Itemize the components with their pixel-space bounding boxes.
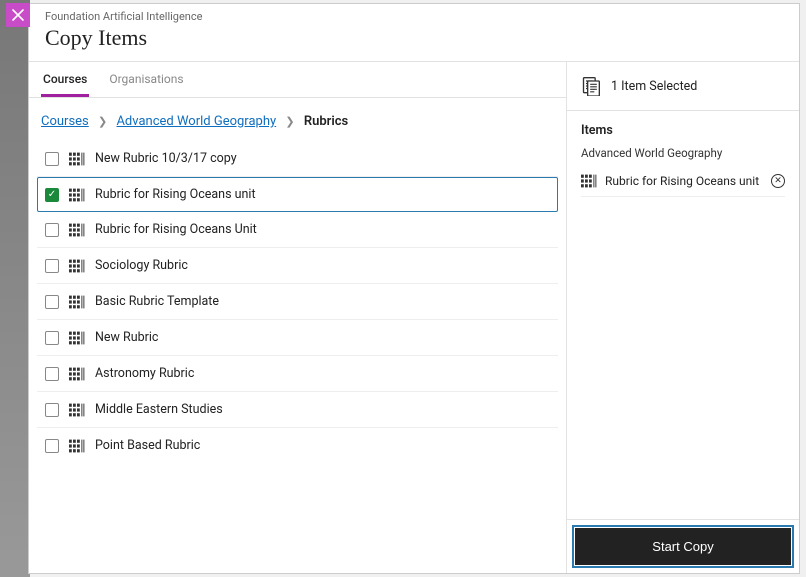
tab-courses[interactable]: Courses <box>41 62 89 97</box>
checkbox[interactable] <box>45 259 59 273</box>
rubric-row[interactable]: New Rubric 10/3/17 copy <box>37 141 558 177</box>
checkbox[interactable] <box>45 367 59 381</box>
rubric-label: Point Based Rubric <box>95 438 200 453</box>
source-panel: Courses Organisations Courses ❯ Advanced … <box>29 62 567 573</box>
rubric-label: Middle Eastern Studies <box>95 402 223 417</box>
rubric-label: Rubric for Rising Oceans unit <box>95 187 256 202</box>
chevron-right-icon: ❯ <box>285 115 294 128</box>
rubric-icon <box>69 188 85 202</box>
checkbox[interactable] <box>45 439 59 453</box>
chevron-right-icon: ❯ <box>98 115 107 128</box>
rubric-row[interactable]: Sociology Rubric <box>37 248 558 284</box>
selection-section-title: Items <box>581 123 785 138</box>
selected-items-icon <box>581 76 601 96</box>
rubric-row[interactable]: Middle Eastern Studies <box>37 392 558 428</box>
rubric-icon <box>69 367 85 381</box>
rubric-row[interactable]: ✓ Rubric for Rising Oceans unit <box>37 177 558 212</box>
rubric-row[interactable]: Astronomy Rubric <box>37 356 558 392</box>
rubric-row[interactable]: New Rubric <box>37 320 558 356</box>
close-icon <box>12 9 24 21</box>
source-tabs: Courses Organisations <box>29 62 566 98</box>
rubric-list: New Rubric 10/3/17 copy ✓ Rubric for Risin… <box>29 141 566 573</box>
rubric-label: New Rubric <box>95 330 158 345</box>
selection-count: 1 Item Selected <box>611 79 697 94</box>
checkbox[interactable] <box>45 403 59 417</box>
checkbox[interactable] <box>45 295 59 309</box>
rubric-icon <box>69 331 85 345</box>
rubric-icon <box>581 174 597 188</box>
background-strip <box>0 0 30 577</box>
rubric-icon <box>69 295 85 309</box>
breadcrumb-root[interactable]: Courses <box>41 114 89 129</box>
tab-organisations[interactable]: Organisations <box>107 62 185 97</box>
selection-course-name: Advanced World Geography <box>581 146 785 160</box>
checkbox[interactable]: ✓ <box>45 188 59 202</box>
rubric-row[interactable]: Basic Rubric Template <box>37 284 558 320</box>
selection-panel: 1 Item Selected Items Advanced World Geo… <box>567 62 799 573</box>
rubric-icon <box>69 223 85 237</box>
rubric-label: New Rubric 10/3/17 copy <box>95 151 237 166</box>
remove-item-button[interactable]: ✕ <box>771 174 785 188</box>
rubric-icon <box>69 439 85 453</box>
rubric-label: Rubric for Rising Oceans Unit <box>95 222 257 237</box>
selection-header: 1 Item Selected <box>567 62 799 111</box>
selection-body: Items Advanced World Geography Rubric fo… <box>567 111 799 519</box>
checkbox[interactable] <box>45 331 59 345</box>
selected-item: Rubric for Rising Oceans unit ✕ <box>581 166 785 197</box>
checkbox[interactable] <box>45 223 59 237</box>
rubric-row[interactable]: Rubric for Rising Oceans Unit <box>37 212 558 248</box>
close-button[interactable] <box>6 3 30 27</box>
selected-item-label: Rubric for Rising Oceans unit <box>605 174 763 188</box>
breadcrumb-course[interactable]: Advanced World Geography <box>116 114 276 129</box>
rubric-icon <box>69 403 85 417</box>
rubric-icon <box>69 259 85 273</box>
selection-footer: Start Copy <box>567 519 799 573</box>
checkbox[interactable] <box>45 152 59 166</box>
copy-items-modal: Foundation Artificial Intelligence Copy … <box>28 3 800 574</box>
rubric-label: Basic Rubric Template <box>95 294 219 309</box>
rubric-icon <box>69 152 85 166</box>
rubric-row[interactable]: Point Based Rubric <box>37 428 558 463</box>
start-copy-button[interactable]: Start Copy <box>575 528 791 565</box>
breadcrumb: Courses ❯ Advanced World Geography ❯ Rub… <box>29 98 566 141</box>
rubric-label: Astronomy Rubric <box>95 366 194 381</box>
modal-title: Copy Items <box>45 25 783 51</box>
rubric-label: Sociology Rubric <box>95 258 188 273</box>
modal-header: Foundation Artificial Intelligence Copy … <box>29 4 799 62</box>
course-context-label: Foundation Artificial Intelligence <box>45 10 783 23</box>
breadcrumb-current: Rubrics <box>304 114 348 129</box>
